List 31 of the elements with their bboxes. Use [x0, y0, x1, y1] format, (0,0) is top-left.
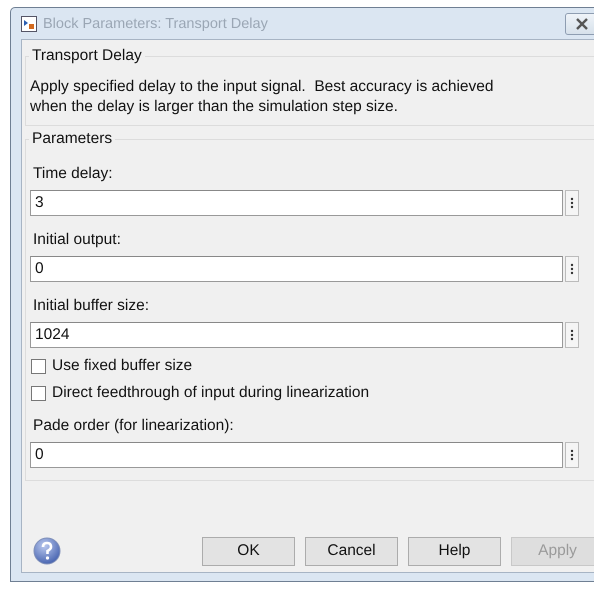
field-label: Time delay:	[33, 165, 114, 183]
options-button[interactable]	[565, 442, 579, 468]
help-icon[interactable]	[32, 536, 62, 566]
more-icon	[570, 197, 574, 209]
dialog-button[interactable]: OK	[202, 536, 295, 566]
block-icon	[21, 16, 37, 32]
input-field[interactable]: 3	[30, 190, 563, 216]
group-title: Parameters	[31, 130, 114, 148]
checkbox[interactable]	[31, 386, 46, 400]
checkbox-label: Use fixed buffer size	[52, 357, 192, 375]
input-field[interactable]: 1024	[30, 322, 563, 348]
field-label: Initial buffer size:	[33, 297, 150, 315]
description-text: Apply specified delay to the input signal. Best accuracy is achieved when the delay is larger than the simulation step size.	[30, 77, 495, 117]
options-button[interactable]	[565, 256, 579, 282]
field-label: Initial output:	[33, 231, 122, 249]
more-icon	[570, 449, 574, 461]
more-icon	[570, 263, 574, 275]
dialog-button[interactable]: Cancel	[305, 536, 398, 566]
field-label: Pade order (for linearization):	[33, 417, 235, 435]
window-title: Block Parameters: Transport Delay	[43, 16, 269, 32]
dialog-button[interactable]: Help	[408, 536, 501, 566]
group-title: Transport Delay	[31, 47, 143, 65]
options-button[interactable]	[565, 190, 579, 216]
input-field[interactable]: 0	[30, 442, 563, 468]
options-button[interactable]	[565, 322, 579, 348]
more-icon	[570, 329, 574, 341]
checkbox[interactable]	[31, 358, 46, 374]
checkbox-label: Direct feedthrough of input during linearization	[52, 384, 370, 402]
close-button[interactable]	[565, 12, 594, 34]
close-icon	[575, 18, 589, 30]
input-field[interactable]: 0	[30, 256, 563, 282]
